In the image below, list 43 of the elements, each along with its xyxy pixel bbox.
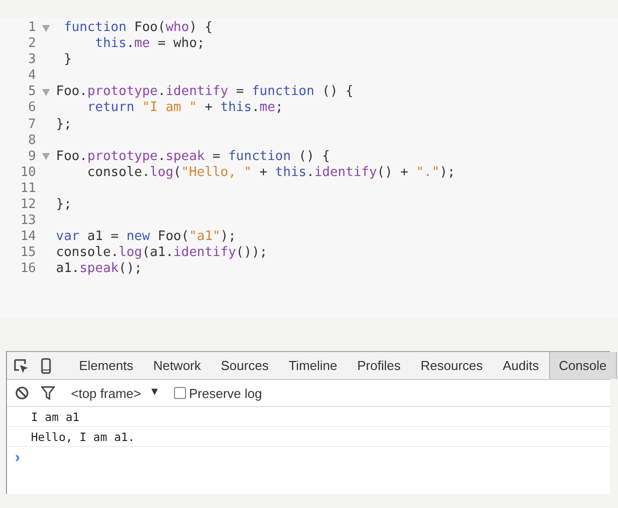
code-line: console.log("Hello, " + this.identify() + ".");	[86, 164, 456, 181]
line-number: 15	[19, 245, 36, 262]
line-number: 11	[19, 180, 36, 198]
code-line: this.me = who;	[94, 36, 205, 52]
console-message: Hello, I am a1.	[7, 427, 610, 447]
line-number: 4	[27, 68, 36, 84]
console-message: I am a1	[7, 407, 610, 427]
line-number: 10	[19, 164, 36, 181]
line-number: 9	[27, 148, 36, 165]
code-line: }	[62, 52, 72, 68]
clear-icon[interactable]	[15, 386, 29, 400]
devtools-tab[interactable]: Profiles	[347, 352, 411, 379]
line-number: 12	[19, 197, 36, 214]
code-line: a1.speak();	[56, 261, 142, 278]
code-line: return "I am " + this.me;	[86, 100, 284, 117]
devtools-tab[interactable]: Sources	[210, 352, 279, 379]
devtools-tab[interactable]: Audits	[492, 352, 549, 379]
preserve-log-checkbox[interactable]	[174, 387, 186, 399]
line-number: 14	[19, 229, 36, 246]
line-number: 6	[27, 100, 36, 117]
code-line: };	[56, 197, 72, 214]
code-line: var a1 = new Foo("a1");	[56, 229, 236, 246]
line-number: 7	[27, 116, 36, 133]
code-line: function Foo(who) {	[62, 20, 213, 36]
line-number: 8	[27, 132, 36, 149]
line-number: 3	[27, 52, 36, 68]
code-line: };	[56, 116, 72, 133]
preserve-log-label: Preserve log	[189, 386, 262, 400]
line-number: 13	[19, 213, 36, 230]
code-line: console.log(a1.identify());	[56, 245, 268, 262]
frame-dropdown[interactable]: <top frame> ▼	[67, 386, 164, 400]
devtools-tab[interactable]: Network	[143, 352, 211, 379]
line-number: 16	[19, 261, 36, 278]
devtools-tab[interactable]: Elements	[69, 352, 144, 379]
devtools-tab[interactable]: Timeline	[278, 352, 348, 379]
code-line: Foo.prototype.speak = function () {	[56, 148, 330, 165]
console-prompt[interactable]: ›	[15, 449, 20, 466]
line-number: 5	[27, 84, 36, 100]
devtools-tab[interactable]: Resources	[410, 352, 493, 379]
code-line: Foo.prototype.identify = function () {	[56, 84, 354, 100]
line-number: 2	[27, 36, 36, 52]
devtools-tab[interactable]: Console	[548, 352, 617, 379]
line-number: 1	[27, 20, 36, 36]
